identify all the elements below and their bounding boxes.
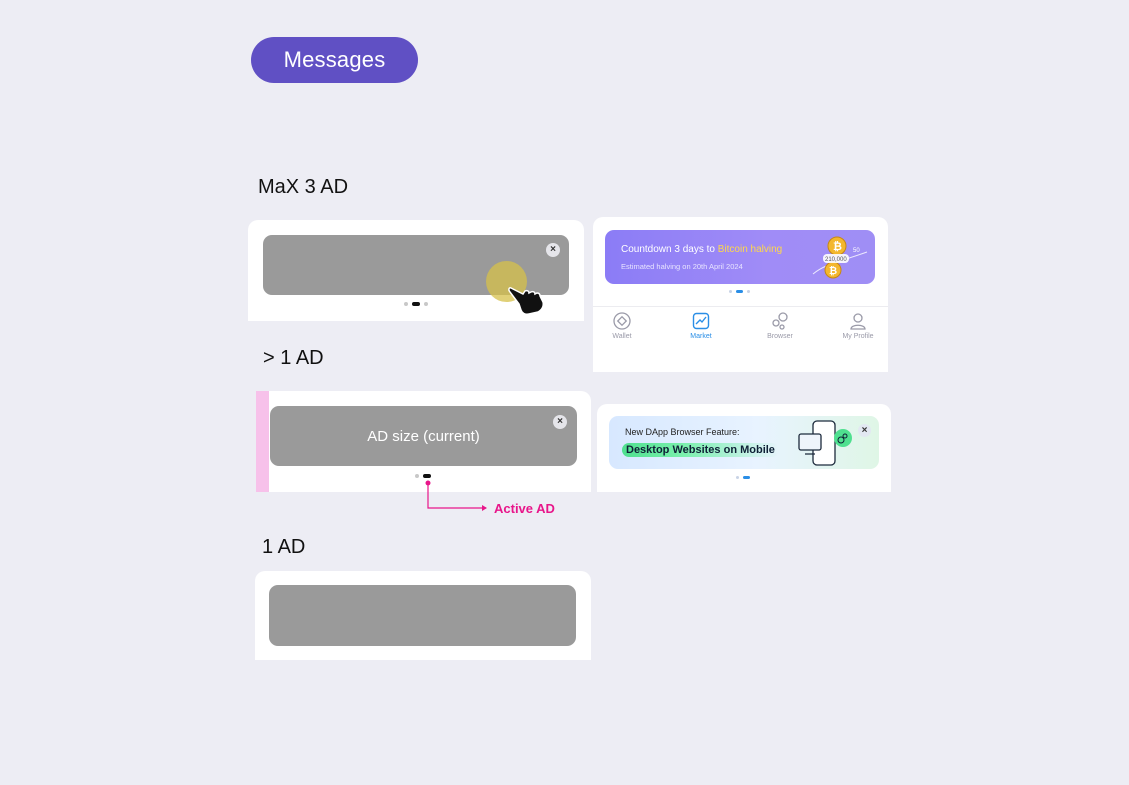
tab-market-label: Market (690, 333, 712, 340)
ad-placeholder[interactable] (269, 585, 576, 646)
tab-wallet[interactable]: Wallet (587, 312, 657, 340)
carousel-dot-active[interactable] (412, 302, 420, 306)
banner-carousel-dots (736, 476, 750, 479)
bitcoin-coins-icon: ₿ ₿ 210,000 50 (812, 236, 868, 279)
ad-size-label: AD size (current) (367, 427, 480, 445)
messages-pill-label: Messages (283, 47, 386, 72)
carousel-dot[interactable] (424, 302, 428, 306)
pointing-hand-icon (508, 287, 544, 315)
carousel-dot-active[interactable] (736, 290, 743, 293)
banner-carousel-dots (729, 290, 750, 293)
tab-wallet-label: Wallet (612, 333, 632, 340)
svg-text:₿: ₿ (829, 265, 837, 277)
close-icon[interactable]: × (553, 415, 567, 429)
btc-art-small: 50 (853, 248, 860, 254)
carousel-dot-active[interactable] (743, 476, 750, 479)
ad-card-gt1: AD size (current) × (256, 391, 591, 492)
bitcoin-halving-banner[interactable]: Countdown 3 days to Bitcoin halving Esti… (605, 230, 875, 284)
btc-art-number: 210,000 (825, 257, 847, 263)
dapp-browser-banner[interactable]: New DApp Browser Feature: Desktop Websit… (609, 416, 879, 469)
carousel-dot[interactable] (415, 474, 419, 478)
svg-text:₿: ₿ (833, 241, 842, 253)
tab-browser[interactable]: Browser (745, 312, 815, 340)
carousel-dots (404, 302, 428, 306)
dapp-banner-highlight: Desktop Websites on Mobile (622, 443, 779, 457)
btc-title-prefix: Countdown 3 days to (621, 244, 718, 255)
messages-pill: Messages (251, 37, 418, 83)
carousel-dot[interactable] (736, 476, 739, 479)
dapp-banner-title: New DApp Browser Feature: (625, 427, 740, 437)
section-title-one: 1 AD (262, 536, 306, 558)
close-icon[interactable]: × (858, 424, 871, 437)
close-icon[interactable]: × (546, 243, 560, 257)
highlight-strip (256, 391, 269, 492)
ad-placeholder-current[interactable]: AD size (current) (270, 406, 577, 466)
section-title-max3: MaX 3 AD (258, 176, 349, 198)
carousel-dot[interactable] (729, 290, 732, 293)
btc-title-highlight: Bitcoin halving (717, 244, 783, 255)
tab-browser-label: Browser (767, 333, 793, 340)
carousel-dot[interactable] (404, 302, 408, 306)
active-ad-annotation: Active AD (494, 501, 555, 516)
phone-desktop-icon (798, 420, 852, 466)
wallet-icon (613, 312, 631, 330)
btc-banner-title: Countdown 3 days to Bitcoin halving (621, 244, 782, 255)
tab-market[interactable]: Market (666, 312, 736, 340)
carousel-dot[interactable] (747, 290, 750, 293)
tab-my-profile-label: My Profile (842, 333, 874, 340)
profile-icon (850, 313, 866, 330)
tab-my-profile[interactable]: My Profile (823, 312, 893, 340)
annotation-arrow (425, 480, 487, 511)
market-chart-icon (692, 312, 710, 330)
btc-banner-subtitle: Estimated halving on 20th April 2024 (621, 262, 743, 271)
section-title-gt1: > 1 AD (263, 347, 324, 369)
ad-card-one (255, 571, 591, 660)
tabbar-divider (593, 306, 888, 307)
browser-icon (772, 312, 788, 330)
